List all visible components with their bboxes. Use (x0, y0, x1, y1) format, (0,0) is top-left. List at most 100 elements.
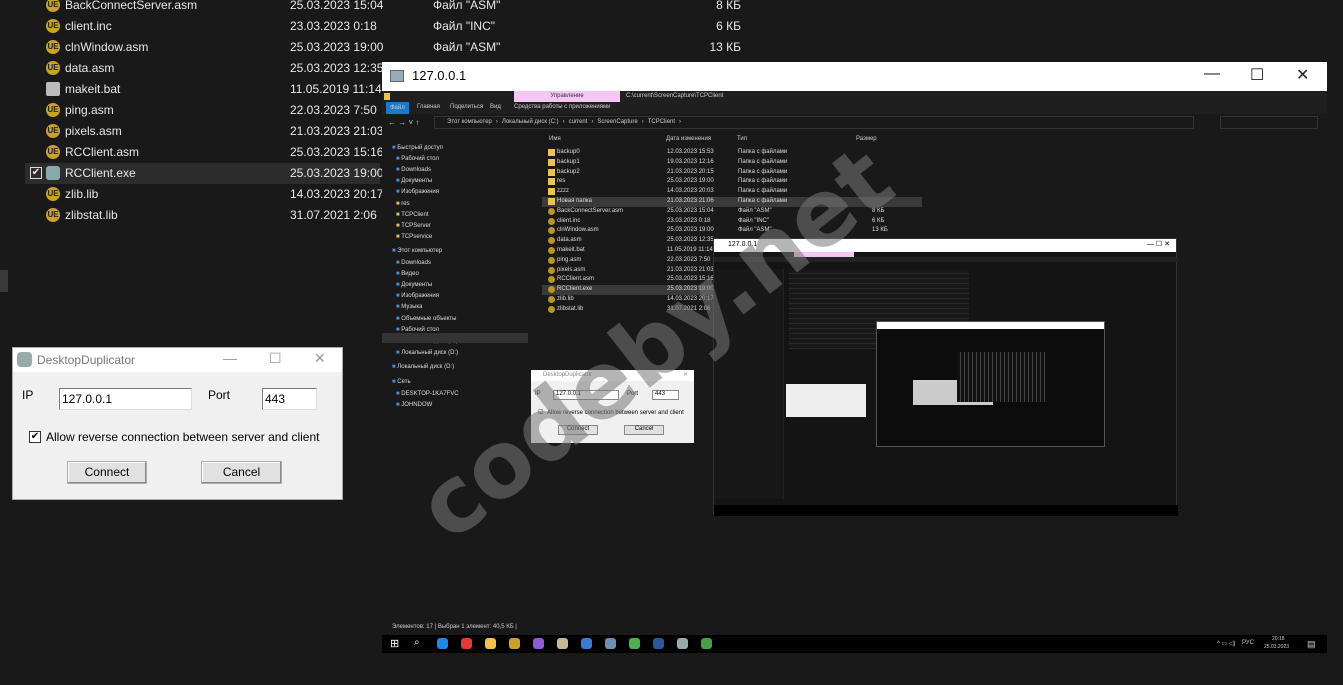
file-row[interactable]: UE clnWindow.asm 25.03.2023 19:00 Файл "ASM… (25, 37, 745, 58)
clock-time[interactable]: 20:18 (1272, 636, 1285, 642)
nav-item[interactable]: ■ TCPServer (396, 223, 431, 229)
file-row[interactable]: backup2 21.03.2023 20:15 Папка с файлами (542, 168, 922, 178)
nav-item[interactable]: ■ Этот компьютер (392, 248, 442, 254)
left-scrollbar[interactable] (0, 270, 8, 292)
file-name: zlib.lib (65, 187, 99, 201)
port-input[interactable]: 443 (262, 388, 317, 410)
file-size: 8 КБ (872, 207, 885, 214)
remote-port-input[interactable]: 443 (652, 390, 679, 400)
search-input[interactable] (1220, 116, 1318, 129)
menu-item[interactable]: Главная (417, 104, 440, 110)
breadcrumb-item[interactable]: TCPClient (648, 119, 675, 125)
nav-label: Рабочий стол (401, 156, 439, 162)
dialog-titlebar[interactable]: DesktopDuplicator — ☐ ✕ (13, 348, 342, 372)
taskbar-app-icon[interactable] (557, 638, 568, 649)
reverse-connection-checkbox[interactable]: ✔ (29, 431, 41, 443)
remote-cancel-button[interactable]: Cancel (624, 425, 664, 435)
nav-item[interactable]: ■ Изображения (396, 189, 439, 195)
nav-item[interactable]: ■ Документы (396, 178, 432, 184)
start-icon[interactable]: ⊞ (390, 637, 399, 650)
file-icon (548, 217, 555, 225)
ip-input[interactable]: 127.0.0.1 (59, 388, 192, 410)
maximize-icon[interactable]: ☐ (1250, 65, 1264, 85)
remote-titlebar[interactable]: 127.0.0.1 — ☐ ✕ (382, 62, 1327, 91)
tray-icons[interactable]: ^ ▭ ◁) (1217, 640, 1235, 647)
remote-checkbox[interactable]: ☑ (538, 409, 543, 416)
remote-ip-input[interactable]: 127.0.0.1 (553, 390, 619, 400)
nav-item[interactable]: ■ Локальный диск (D:) (392, 364, 454, 370)
column-header[interactable]: Размер (856, 136, 877, 142)
file-row[interactable]: UE BackConnectServer.asm 25.03.2023 15:04 Ф… (25, 0, 745, 16)
column-header[interactable]: Дата изменения (666, 136, 711, 142)
breadcrumb-item[interactable]: current (569, 119, 588, 125)
connect-button[interactable]: Connect (67, 461, 147, 484)
nav-item[interactable]: ■ Рабочий стол (396, 156, 439, 162)
close-icon[interactable]: ✕ (683, 371, 688, 378)
taskbar-app-icon[interactable] (509, 638, 520, 649)
search-icon[interactable]: ⌕ (414, 637, 420, 648)
nested-window-controls[interactable]: — ☐ ✕ (1147, 240, 1170, 248)
nav-item[interactable]: ■ Видео (396, 271, 419, 277)
file-row[interactable]: res 25.03.2023 19:00 Папка с файлами (542, 177, 922, 187)
breadcrumb-item[interactable]: Локальный диск (C:) (502, 119, 559, 125)
close-icon[interactable]: ✕ (1296, 65, 1309, 85)
maximize-icon[interactable]: ☐ (269, 350, 282, 367)
address-bar[interactable]: Этот компьютер › Локальный диск (C:) › curre… (434, 116, 1194, 129)
column-header[interactable]: Имя (549, 136, 561, 142)
file-row[interactable]: UE client.inc 23.03.2023 0:18 Файл "INC" 6 К… (25, 16, 745, 37)
taskbar-app-icon[interactable] (653, 638, 664, 649)
notifications-icon[interactable]: ▤ (1307, 639, 1316, 650)
file-row[interactable]: backup1 19.03.2023 12:16 Папка с файлами (542, 158, 922, 168)
menu-item[interactable]: Поделиться (450, 104, 483, 110)
cancel-button[interactable]: Cancel (201, 461, 282, 484)
folder-icon (548, 158, 555, 166)
breadcrumb-item[interactable]: Этот компьютер (447, 119, 492, 125)
menu-item[interactable]: Вид (490, 104, 501, 110)
nav-item[interactable]: ■ Сеть (392, 379, 411, 385)
taskbar-app-icon[interactable] (677, 638, 688, 649)
close-icon[interactable]: ✕ (314, 350, 326, 367)
nav-item[interactable]: ■ DESKTOP-1KA7FVC (396, 391, 459, 397)
nav-item[interactable]: ■ res (396, 201, 410, 207)
nav-item[interactable]: ■ Музыка (396, 304, 423, 310)
taskbar-app-icon[interactable] (701, 638, 712, 649)
nav-item[interactable]: ■ Downloads (396, 167, 431, 173)
menu-item[interactable]: Средства работы с приложениями (514, 104, 610, 110)
remote-connect-button[interactable]: Connect (558, 425, 598, 435)
taskbar-app-icon[interactable] (629, 638, 640, 649)
nav-item[interactable]: ■ Изображения (396, 293, 439, 299)
file-row[interactable]: backup0 12.03.2023 15:53 Папка с файлами (542, 148, 922, 158)
menu-item[interactable]: Файл (386, 102, 409, 114)
nav-label: Видео (401, 271, 419, 277)
taskbar-app-icon[interactable] (581, 638, 592, 649)
minimize-icon[interactable]: — (223, 350, 237, 366)
breadcrumb-item[interactable]: ScreenCapture (597, 119, 637, 125)
nav-item[interactable]: ■ JOHNDOW (396, 402, 432, 408)
nav-item[interactable]: ■ Downloads (396, 260, 431, 266)
taskbar-app-icon[interactable] (533, 638, 544, 649)
file-row[interactable]: ✔ RCClient.exe 25.03.2023 19:00 (25, 163, 383, 184)
ribbon-context-tab[interactable]: Управление (514, 91, 620, 102)
file-row[interactable]: clnWindow.asm 25.03.2023 19:00 Файл "ASM" 1… (542, 226, 922, 236)
file-row[interactable]: Новая папка 21.03.2023 21:06 Папка с файла… (542, 197, 922, 207)
taskbar-app-icon[interactable] (485, 638, 496, 649)
nav-item[interactable]: ■ Объемные объекты (396, 316, 456, 322)
file-row[interactable]: BackConnectServer.asm 25.03.2023 15:04 Фай… (542, 207, 922, 217)
nav-item[interactable]: ■ Локальный диск (D:) (396, 350, 458, 356)
taskbar-app-icon[interactable] (437, 638, 448, 649)
minimize-icon[interactable]: — (1204, 65, 1220, 83)
taskbar-app-icon[interactable] (605, 638, 616, 649)
language-indicator[interactable]: РУС (1242, 640, 1254, 646)
row-checkbox[interactable]: ✔ (30, 167, 42, 179)
nav-item[interactable]: ■ Быстрый доступ (392, 145, 443, 151)
column-header[interactable]: Тип (737, 136, 747, 142)
nav-arrows-icon[interactable]: ← → ˅ ↑ (388, 118, 419, 127)
nav-item[interactable]: ■ TCPClient (396, 212, 429, 218)
nav-item[interactable]: ■ TCPservice (396, 234, 432, 240)
nav-item[interactable]: ■ Документы (396, 282, 432, 288)
file-row[interactable]: zzzz 14.03.2023 20:03 Папка с файлами (542, 187, 922, 197)
taskbar-app-icon[interactable] (461, 638, 472, 649)
file-row[interactable]: client.inc 23.03.2023 0:18 Файл "INC" 6 КБ (542, 217, 922, 227)
taskbar: ⊞ ⌕ ^ ▭ ◁) РУС 20:18 25.03.2023 ▤ (382, 635, 1327, 653)
clock-date[interactable]: 25.03.2023 (1264, 644, 1289, 650)
